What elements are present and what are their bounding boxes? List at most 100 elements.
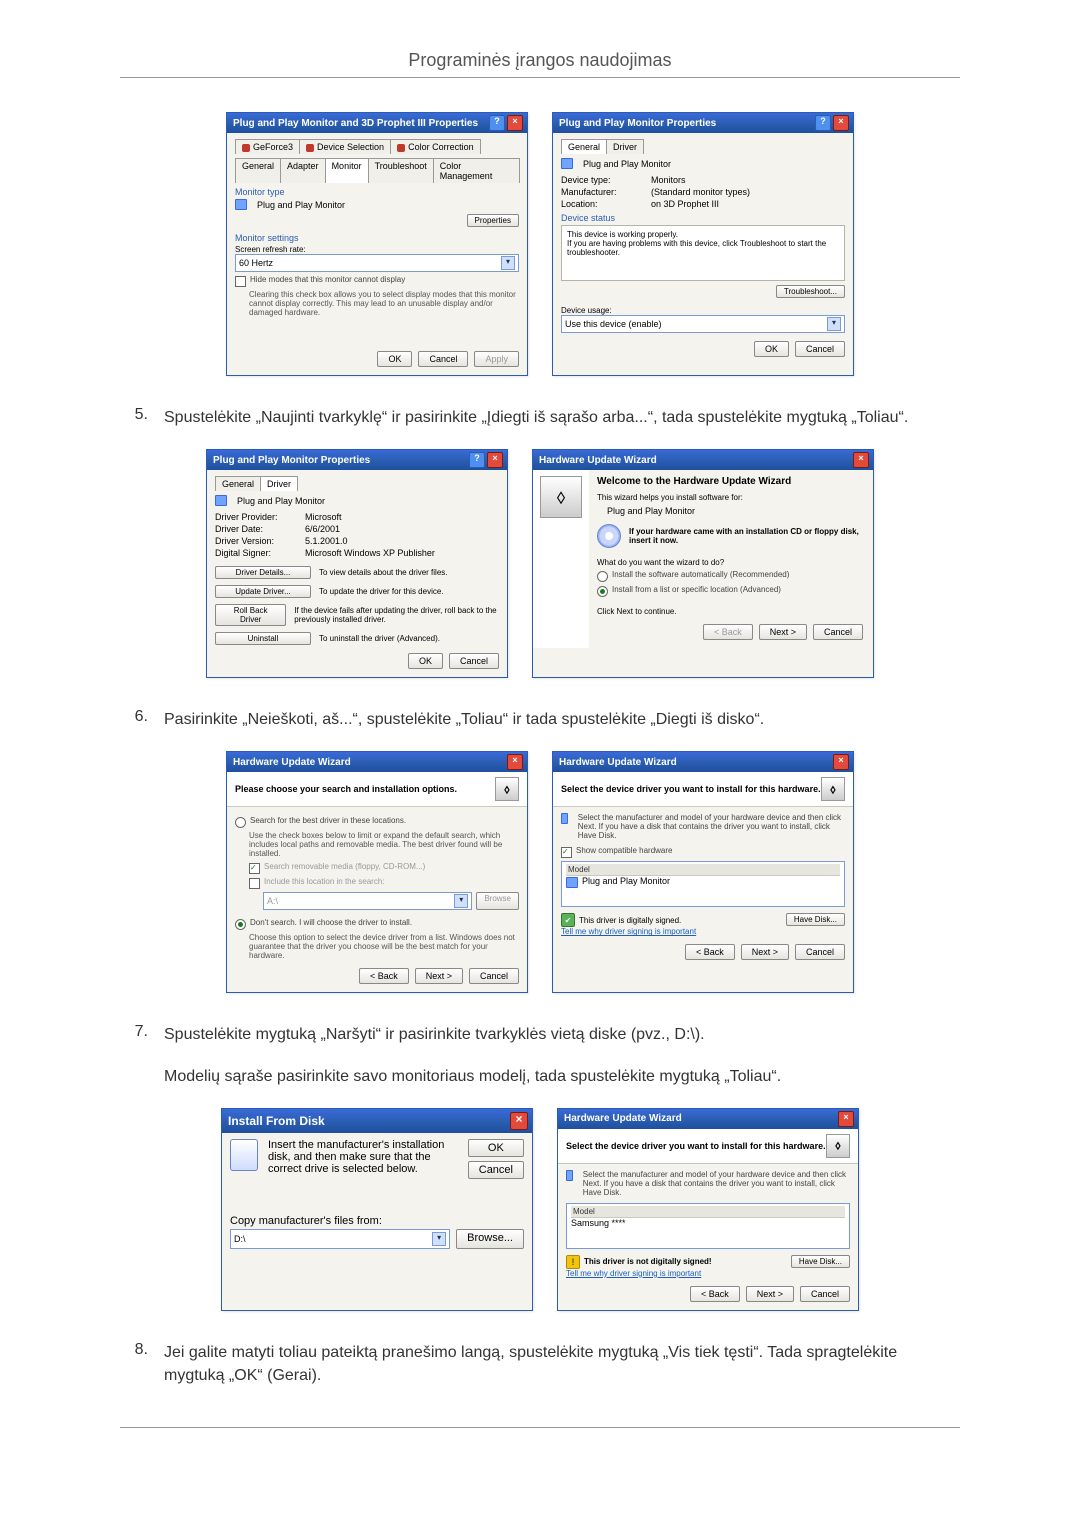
have-disk-button[interactable]: Have Disk... [786, 913, 845, 926]
close-icon[interactable]: × [507, 115, 523, 131]
divider-top [120, 77, 960, 78]
checkbox-show-compatible[interactable] [561, 847, 572, 858]
tab-driver[interactable]: Driver [606, 139, 644, 154]
cancel-button[interactable]: Cancel [449, 653, 499, 669]
checkbox-include-location[interactable] [249, 878, 260, 889]
model-list[interactable]: Model Plug and Play Monitor [561, 861, 845, 907]
close-icon[interactable]: × [510, 1112, 528, 1130]
next-button[interactable]: Next > [759, 624, 807, 640]
copy-from-dropdown[interactable]: D:\ ▾ [230, 1229, 450, 1249]
checkbox-removable-media-label: Search removable media (floppy, CD-ROM..… [264, 862, 425, 871]
next-button[interactable]: Next > [741, 944, 789, 960]
rollback-driver-button[interactable]: Roll Back Driver [215, 604, 286, 626]
cancel-button[interactable]: Cancel [813, 624, 863, 640]
close-icon[interactable]: × [487, 452, 503, 468]
cancel-button[interactable]: Cancel [795, 341, 845, 357]
have-disk-button[interactable]: Have Disk... [791, 1255, 850, 1268]
titlebar: Plug and Play Monitor Properties ? × [207, 450, 507, 470]
tab-monitor[interactable]: Monitor [325, 158, 369, 183]
next-button[interactable]: Next > [746, 1286, 794, 1302]
help-icon[interactable]: ? [815, 115, 831, 131]
cancel-button[interactable]: Cancel [468, 1161, 524, 1179]
monitor-name: Plug and Play Monitor [583, 159, 671, 169]
browse-button[interactable]: Browse [476, 892, 519, 910]
tab-row-1: GeForce3 Device Selection Color Correcti… [235, 139, 519, 154]
tab-color-correction[interactable]: Color Correction [390, 139, 481, 154]
warning-icon: ! [566, 1255, 580, 1269]
ok-button[interactable]: OK [468, 1139, 524, 1157]
hide-modes-checkbox[interactable] [235, 276, 246, 287]
cd-icon [597, 524, 621, 548]
back-button[interactable]: < Back [703, 624, 753, 640]
radio-list-install[interactable] [597, 586, 608, 597]
close-icon[interactable]: × [507, 754, 523, 770]
close-icon[interactable]: × [833, 754, 849, 770]
checkbox-removable-media[interactable] [249, 863, 260, 874]
location-path-dropdown[interactable]: A:\ ▾ [263, 892, 472, 910]
driver-signing-link[interactable]: Tell me why driver signing is important [561, 927, 696, 936]
ok-button[interactable]: OK [754, 341, 789, 357]
browse-button[interactable]: Browse... [456, 1229, 524, 1249]
step-text: Pasirinkite „Neieškoti, aš...“, spustelė… [164, 708, 764, 731]
cancel-button[interactable]: Cancel [795, 944, 845, 960]
chevron-down-icon[interactable]: ▾ [454, 894, 468, 908]
help-icon[interactable]: ? [489, 115, 505, 131]
chevron-down-icon[interactable]: ▾ [501, 256, 515, 270]
driver-signing-link[interactable]: Tell me why driver signing is important [566, 1269, 712, 1278]
label-manufacturer: Manufacturer: [561, 187, 645, 197]
apply-button[interactable]: Apply [474, 351, 519, 367]
dialog-monitor-adapter-props: Plug and Play Monitor and 3D Prophet III… [226, 112, 528, 376]
tab-adapter[interactable]: Adapter [280, 158, 326, 183]
radio-search-locations[interactable] [235, 817, 246, 828]
divider-bottom [120, 1427, 960, 1428]
label-location: Location: [561, 199, 645, 209]
dialog-title: Hardware Update Wizard [539, 455, 657, 466]
chevron-down-icon[interactable]: ▾ [432, 1232, 446, 1246]
close-icon[interactable]: × [838, 1111, 854, 1127]
properties-button[interactable]: Properties [467, 214, 519, 227]
tab-general[interactable]: General [561, 139, 607, 154]
update-driver-button[interactable]: Update Driver... [215, 585, 311, 598]
step-7a: 7. Spustelėkite mygtuką „Naršyti“ ir pas… [120, 1023, 960, 1046]
monitor-icon [566, 1170, 573, 1181]
label-copy-from: Copy manufacturer's files from: [230, 1215, 524, 1227]
ok-button[interactable]: OK [408, 653, 443, 669]
dialog-hw-wizard-select-driver: Hardware Update Wizard × Select the devi… [552, 751, 854, 993]
tab-general[interactable]: General [235, 158, 281, 183]
close-icon[interactable]: × [853, 452, 869, 468]
tab-geforce3[interactable]: GeForce3 [235, 139, 300, 154]
cancel-button[interactable]: Cancel [800, 1286, 850, 1302]
cancel-button[interactable]: Cancel [469, 968, 519, 984]
help-icon[interactable]: ? [469, 452, 485, 468]
close-icon[interactable]: × [833, 115, 849, 131]
wizard-banner: Please choose your search and installati… [227, 772, 527, 807]
location-path-value: A:\ [267, 896, 278, 906]
back-button[interactable]: < Back [359, 968, 409, 984]
step-text: Spustelėkite „Naujinti tvarkyklę“ ir pas… [164, 406, 908, 429]
device-usage-dropdown[interactable]: Use this device (enable) ▾ [561, 315, 845, 333]
tab-color-mgmt[interactable]: Color Management [433, 158, 520, 183]
uninstall-button[interactable]: Uninstall [215, 632, 311, 645]
tab-driver[interactable]: Driver [260, 476, 298, 491]
radio-auto-install[interactable] [597, 571, 608, 582]
back-button[interactable]: < Back [690, 1286, 740, 1302]
driver-details-button[interactable]: Driver Details... [215, 566, 311, 579]
back-button[interactable]: < Back [685, 944, 735, 960]
cancel-button[interactable]: Cancel [418, 351, 468, 367]
troubleshoot-button[interactable]: Troubleshoot... [776, 285, 845, 298]
radio-dont-search[interactable] [235, 919, 246, 930]
model-list-item[interactable]: Samsung **** [571, 1218, 845, 1228]
tab-troubleshoot[interactable]: Troubleshoot [368, 158, 434, 183]
chevron-down-icon[interactable]: ▾ [827, 317, 841, 331]
dialog-install-from-disk: Install From Disk × Insert the manufactu… [221, 1108, 533, 1311]
refresh-rate-dropdown[interactable]: 60 Hertz ▾ [235, 254, 519, 272]
ok-button[interactable]: OK [377, 351, 412, 367]
group-monitor-type: Monitor type [235, 187, 519, 197]
step-text: Jei galite matyti toliau pateiktą praneš… [164, 1341, 960, 1387]
model-list[interactable]: Model Samsung **** [566, 1203, 850, 1249]
next-button[interactable]: Next > [415, 968, 463, 984]
tab-general[interactable]: General [215, 476, 261, 491]
group-monitor-settings: Monitor settings [235, 233, 519, 243]
model-list-item[interactable]: Plug and Play Monitor [566, 876, 840, 887]
tab-device-selection[interactable]: Device Selection [299, 139, 391, 154]
